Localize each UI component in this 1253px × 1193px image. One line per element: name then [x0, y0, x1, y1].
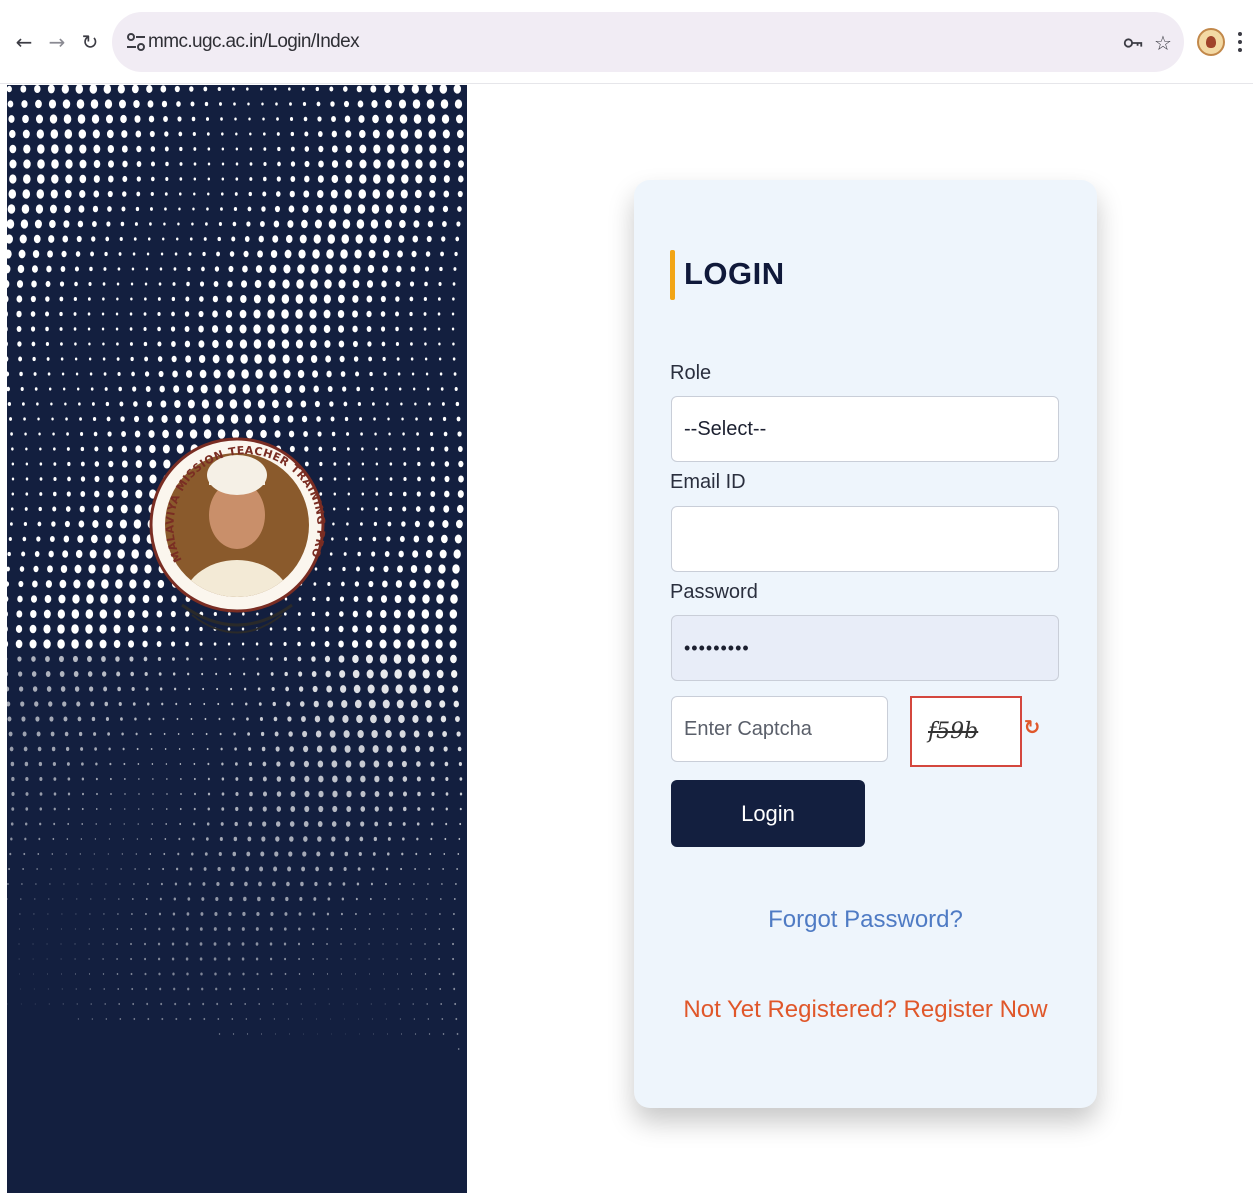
captcha-image: f59b: [910, 696, 1022, 767]
captcha-text: f59b: [928, 719, 979, 744]
email-field[interactable]: [671, 506, 1059, 572]
refresh-captcha-icon[interactable]: ↻: [1024, 715, 1041, 739]
password-field-value: •••••••••: [684, 637, 750, 658]
url-text[interactable]: mmc.ugc.ac.in/Login/Index: [148, 31, 360, 53]
login-card: LOGIN Role --Select-- Email ID Password …: [634, 180, 1097, 1108]
mission-logo: MALAVIYA MISSION TEACHER TRAINING PROGRA…: [7, 85, 327, 634]
role-select[interactable]: --Select--: [671, 396, 1059, 462]
bookmark-star-icon[interactable]: ☆: [1150, 30, 1176, 56]
profile-avatar[interactable]: [1197, 28, 1225, 56]
login-button[interactable]: Login: [671, 780, 865, 847]
password-key-icon[interactable]: [1120, 30, 1146, 56]
register-link[interactable]: Not Yet Registered? Register Now: [634, 996, 1097, 1024]
captcha-placeholder: Enter Captcha: [684, 717, 812, 740]
menu-icon[interactable]: [1232, 28, 1248, 56]
password-label: Password: [670, 581, 758, 603]
password-field[interactable]: •••••••••: [671, 615, 1059, 681]
browser-toolbar: ← → ↻ mmc.ugc.ac.in/Login/Index ☆: [0, 0, 1253, 84]
forgot-password-link[interactable]: Forgot Password?: [634, 906, 1097, 934]
role-select-value: --Select--: [684, 417, 767, 440]
address-bar[interactable]: mmc.ugc.ac.in/Login/Index ☆: [112, 12, 1184, 72]
hero-panel: MALAVIYA MISSION TEACHER TRAINING PROGRA…: [7, 85, 467, 1193]
captcha-input[interactable]: Enter Captcha: [671, 696, 888, 762]
back-icon[interactable]: ←: [10, 28, 38, 56]
reload-icon[interactable]: ↻: [76, 28, 104, 56]
forward-icon[interactable]: →: [43, 28, 71, 56]
email-label: Email ID: [670, 471, 746, 493]
site-info-icon[interactable]: [124, 30, 148, 54]
role-label: Role: [670, 362, 712, 384]
title-accent-bar: [670, 250, 675, 300]
login-title: LOGIN: [684, 256, 785, 291]
